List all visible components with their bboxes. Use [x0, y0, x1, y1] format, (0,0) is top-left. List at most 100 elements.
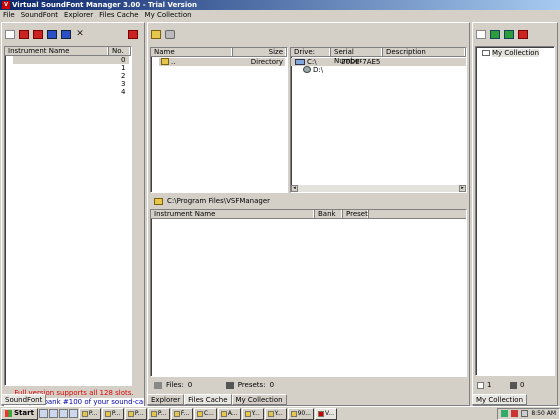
- slot-number: 1: [121, 64, 126, 72]
- slot-row[interactable]: 0: [13, 56, 129, 64]
- left-tabs: SoundFont: [1, 394, 47, 405]
- col-drive[interactable]: Drive:: [291, 48, 331, 56]
- instrument-list[interactable]: Instrument Name No. 0 1 2 3 4: [4, 46, 132, 386]
- app-window-icon: [196, 410, 203, 417]
- col-bank[interactable]: Bank: [315, 210, 343, 218]
- col-description[interactable]: Description: [383, 48, 466, 56]
- drive-row[interactable]: D:\: [291, 66, 466, 74]
- drive-icon[interactable]: [165, 29, 175, 39]
- task-button-active[interactable]: V...: [314, 407, 337, 420]
- drive-row[interactable]: C:\ 20DE-7AE5: [291, 58, 466, 66]
- soundfont-toolbar: ✕: [2, 23, 144, 45]
- quicklaunch-media-icon[interactable]: [68, 409, 78, 418]
- drives-scrollbar[interactable]: ◂ ▸: [291, 185, 466, 192]
- middle-tabs: Explorer Files Cache My Collection: [147, 394, 287, 405]
- file-row[interactable]: .. Directory: [159, 58, 285, 66]
- open-icon[interactable]: [19, 29, 29, 39]
- task-button[interactable]: Y...: [241, 407, 264, 420]
- menu-my-collection[interactable]: My Collection: [142, 10, 195, 21]
- slot-row[interactable]: 2: [13, 72, 129, 80]
- instruments-list[interactable]: Instrument Name Bank Preset: [150, 209, 467, 377]
- task-button[interactable]: 90...: [287, 407, 314, 420]
- tab-explorer[interactable]: Explorer: [147, 394, 185, 405]
- new-collection-icon[interactable]: [476, 29, 486, 39]
- app-window-icon: [220, 410, 227, 417]
- save-collection-icon[interactable]: [504, 29, 514, 39]
- menu-file[interactable]: File: [0, 10, 18, 21]
- app-window-icon: [317, 410, 324, 417]
- title-bar: V Virtual SoundFont Manager 3.00 - Trial…: [0, 0, 560, 10]
- app-window-icon: [81, 410, 88, 417]
- slot-row[interactable]: 3: [13, 80, 129, 88]
- task-button[interactable]: P...: [147, 407, 170, 420]
- tree-root[interactable]: My Collection: [476, 49, 554, 57]
- hard-drive-icon: [295, 59, 305, 65]
- cd-drive-icon: [303, 66, 311, 73]
- task-button[interactable]: A...: [217, 407, 241, 420]
- upload-icon[interactable]: [61, 29, 71, 39]
- col-serial[interactable]: Serial Number: [331, 48, 383, 65]
- app-window-icon: [104, 410, 111, 417]
- options-icon[interactable]: [128, 29, 138, 39]
- presets-count: 0: [269, 381, 275, 389]
- tab-my-collection[interactable]: My Collection: [231, 394, 287, 405]
- col-size[interactable]: Size: [233, 48, 287, 56]
- middle-status-bar: Files: 0 Presets: 0: [150, 380, 467, 390]
- delete-icon[interactable]: ✕: [75, 29, 85, 39]
- drive-letter: C:\: [307, 58, 317, 66]
- tab-soundfont[interactable]: SoundFont: [1, 394, 47, 405]
- collection-count-b: 0: [520, 381, 525, 389]
- clock[interactable]: 8:50 AM: [531, 410, 556, 417]
- col-no[interactable]: No.: [109, 47, 131, 55]
- task-button[interactable]: C...: [193, 407, 217, 420]
- task-button[interactable]: P...: [124, 407, 147, 420]
- files-list[interactable]: Name Size .. Directory: [150, 47, 288, 193]
- tray-app-icon[interactable]: [511, 410, 519, 417]
- tray-volume-icon[interactable]: [521, 410, 529, 417]
- task-button[interactable]: P...: [101, 407, 124, 420]
- quicklaunch-desktop-icon[interactable]: [48, 409, 58, 418]
- explorer-toolbar: [148, 23, 469, 45]
- add-icon[interactable]: [490, 29, 500, 39]
- task-button[interactable]: F...: [170, 407, 193, 420]
- windows-logo-icon: [5, 410, 12, 417]
- task-button[interactable]: P...: [78, 407, 101, 420]
- up-folder-icon[interactable]: [151, 29, 161, 39]
- start-button[interactable]: Start: [1, 407, 38, 420]
- menu-files-cache[interactable]: Files Cache: [96, 10, 141, 21]
- col-preset[interactable]: Preset: [343, 210, 369, 218]
- collection-folder-icon: [482, 50, 490, 56]
- tray-network-icon[interactable]: [501, 410, 509, 417]
- scroll-left-icon[interactable]: ◂: [291, 185, 298, 192]
- files-label: Files:: [166, 381, 184, 389]
- slot-row[interactable]: 4: [13, 88, 129, 96]
- col-instrument-name[interactable]: Instrument Name: [5, 47, 109, 55]
- drives-list-header: Drive: Serial Number Description: [291, 48, 466, 65]
- scroll-right-icon[interactable]: ▸: [459, 185, 466, 192]
- task-button[interactable]: Y...: [264, 407, 287, 420]
- collection-tree[interactable]: My Collection: [475, 46, 555, 376]
- slot-number: 2: [121, 72, 126, 80]
- col-instrument-name[interactable]: Instrument Name: [151, 210, 315, 218]
- drives-list[interactable]: Drive: Serial Number Description C:\ 20D…: [290, 47, 467, 193]
- drive-letter: D:\: [313, 66, 324, 74]
- quicklaunch-ie-icon[interactable]: [38, 409, 48, 418]
- files-icon: [154, 381, 162, 389]
- save-icon[interactable]: [33, 29, 43, 39]
- quicklaunch-mail-icon[interactable]: [58, 409, 68, 418]
- file-size: Directory: [250, 58, 283, 66]
- col-name[interactable]: Name: [151, 48, 233, 56]
- menu-soundfont[interactable]: SoundFont: [18, 10, 61, 21]
- new-icon[interactable]: [5, 29, 15, 39]
- collection-count-a: 1: [487, 381, 492, 389]
- instruments-list-header: Instrument Name Bank Preset: [151, 210, 466, 219]
- load-icon[interactable]: [47, 29, 57, 39]
- presets-icon: [225, 381, 234, 389]
- app-window-icon: [244, 410, 251, 417]
- slot-row[interactable]: 1: [13, 64, 129, 72]
- menu-explorer[interactable]: Explorer: [61, 10, 96, 21]
- tab-my-collection-right[interactable]: My Collection: [472, 394, 528, 405]
- remove-icon[interactable]: [518, 29, 528, 39]
- tab-files-cache[interactable]: Files Cache: [184, 394, 232, 405]
- slot-number: 0: [121, 56, 126, 64]
